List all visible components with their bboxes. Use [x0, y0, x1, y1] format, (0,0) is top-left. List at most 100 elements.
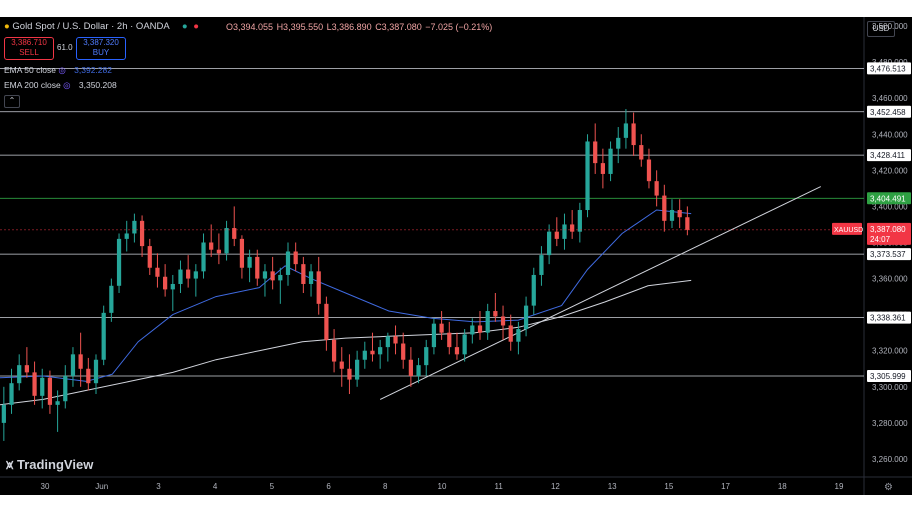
ohlc-low: L3,386.890 — [326, 22, 372, 32]
collapse-legend-button[interactable]: ⌃ — [4, 95, 20, 108]
sell-button[interactable]: 3,386.710 SELL — [4, 37, 54, 60]
sell-price: 3,386.710 — [11, 38, 47, 47]
ema200-legend[interactable]: EMA 200 close ◎ 3,350.208 — [4, 80, 117, 91]
x-tick-label: 18 — [778, 482, 787, 491]
candle-body — [124, 233, 129, 239]
candle-body — [147, 246, 152, 268]
currency-button[interactable]: USD — [867, 21, 895, 37]
candle-body — [355, 359, 360, 380]
buy-label: BUY — [92, 48, 110, 57]
candle-body — [523, 305, 529, 330]
candle-body — [139, 220, 145, 247]
candle-body — [447, 332, 452, 348]
candle-body — [193, 271, 198, 279]
x-tick-label: 4 — [213, 482, 218, 491]
candle-body — [531, 274, 536, 306]
candle-body — [93, 359, 99, 384]
ema200-value: 3,350.208 — [78, 80, 117, 90]
settings-icon: ◎ — [58, 65, 66, 75]
candle-body — [662, 195, 667, 221]
candle-body — [516, 329, 521, 342]
price-level-label: 3,373.537 — [870, 250, 906, 259]
candle-body — [493, 311, 498, 317]
candle-body — [324, 303, 329, 340]
candle-body — [616, 137, 621, 149]
x-tick-label: 17 — [721, 482, 730, 491]
candle-body — [132, 220, 137, 234]
candle-body — [593, 141, 598, 164]
y-tick-label: 3,460.000 — [872, 94, 908, 103]
x-tick-label: 13 — [608, 482, 617, 491]
chart-frame: 3,260.0003,280.0003,300.0003,320.0003,34… — [0, 17, 912, 495]
price-level-label: 3,476.513 — [870, 64, 906, 73]
candle-body — [554, 231, 559, 239]
y-tick-label: 3,260.000 — [872, 455, 908, 464]
candle-body — [562, 224, 567, 239]
candle-body — [293, 251, 298, 265]
candle-body — [40, 377, 45, 396]
ohlc-change: −7.025 (−0.21%) — [425, 22, 493, 32]
candle-body — [416, 365, 421, 376]
y-tick-label: 3,440.000 — [872, 130, 908, 139]
price-chart[interactable]: 3,260.0003,280.0003,300.0003,320.0003,34… — [0, 17, 912, 495]
buy-button[interactable]: 3,387.320 BUY — [76, 37, 126, 60]
tv-logo-text: TradingView — [16, 457, 94, 472]
candle-body — [1, 404, 6, 423]
ema50-legend[interactable]: EMA 50 close ◎ 3,392.282 — [4, 65, 112, 76]
candle-body — [262, 271, 268, 279]
candle-body — [508, 325, 513, 342]
ema50-label: EMA 50 close — [4, 65, 56, 75]
sell-label: SELL — [19, 48, 39, 57]
x-tick-label: 15 — [664, 482, 673, 491]
candle-body — [431, 323, 437, 348]
candle-body — [308, 271, 314, 284]
candle-body — [63, 375, 68, 402]
candle-body — [577, 210, 582, 232]
buy-price: 3,387.320 — [83, 38, 119, 47]
candle-body — [9, 383, 14, 405]
x-tick-label: 12 — [551, 482, 560, 491]
candle-body — [109, 285, 114, 313]
candle-body — [86, 368, 91, 384]
symbol-title: Gold Spot / U.S. Dollar · 2h · OANDA — [12, 21, 170, 32]
gear-icon[interactable]: ⚙ — [884, 482, 893, 493]
candle-body — [116, 238, 122, 286]
candle-body — [385, 336, 390, 348]
ohlc-close: C3,387.080 — [375, 22, 422, 32]
candle-body — [347, 368, 352, 380]
candle-body — [677, 210, 682, 218]
x-tick-label: 8 — [383, 482, 388, 491]
candle-body — [439, 323, 444, 333]
candle-body — [654, 181, 659, 196]
y-tick-label: 3,300.000 — [872, 383, 908, 392]
x-tick-label: 11 — [495, 482, 504, 491]
candle-body — [370, 350, 375, 355]
candle-body — [585, 141, 590, 211]
candle-body — [424, 347, 429, 366]
tradingview-logo: ⩙ TradingView — [6, 457, 93, 473]
price-level-label: 3,452.458 — [870, 108, 906, 117]
candle-body — [500, 316, 506, 326]
candle-body — [270, 271, 275, 281]
candle-body — [600, 163, 605, 174]
candle-body — [78, 354, 83, 369]
candle-body — [70, 354, 76, 376]
candle-body — [539, 255, 544, 275]
candle-body — [201, 242, 206, 272]
ohlc-open: O3,394.055 — [226, 22, 274, 32]
price-level-label: 3,338.361 — [870, 314, 906, 323]
candle-body — [224, 228, 229, 254]
candle-body — [178, 269, 183, 284]
ema200-label: EMA 200 close — [4, 80, 61, 90]
symbol-header[interactable]: ● Gold Spot / U.S. Dollar · 2h · OANDA ●… — [4, 21, 199, 32]
candle-body — [570, 224, 575, 232]
candle-body — [401, 343, 406, 360]
candle-body — [55, 401, 60, 405]
bar-countdown: 24:07 — [870, 235, 891, 244]
y-tick-label: 3,360.000 — [872, 275, 908, 284]
market-status-icon: ● — [181, 21, 188, 32]
candle-body — [378, 347, 383, 355]
candle-body — [301, 264, 306, 284]
price-level-label: 3,428.411 — [870, 151, 906, 160]
price-level-label: 3,404.491 — [870, 194, 906, 203]
